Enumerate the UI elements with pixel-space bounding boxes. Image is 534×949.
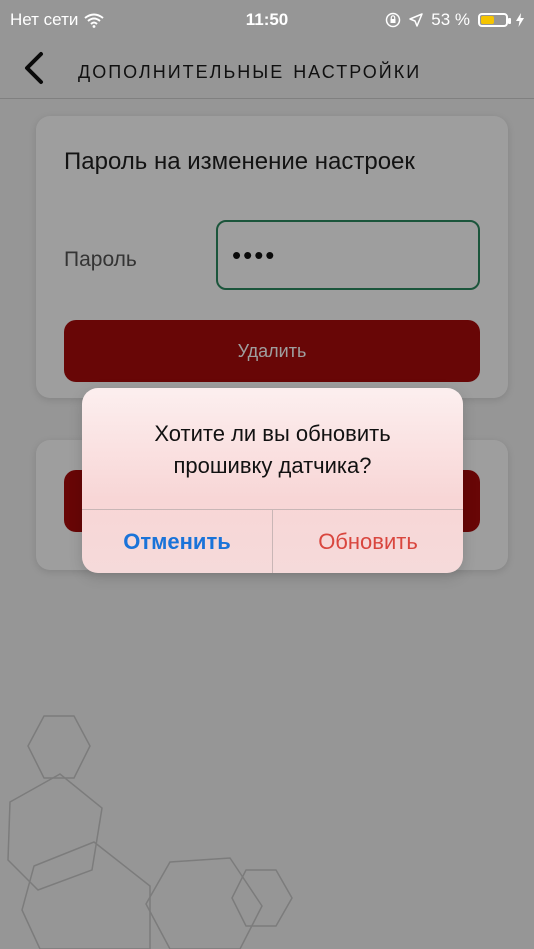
battery-icon xyxy=(478,13,511,27)
location-arrow-icon xyxy=(409,13,423,27)
screen: Дополнительные настройки Пароль на измен… xyxy=(0,0,534,949)
alert-message: Хотите ли вы обновить прошивку датчика? xyxy=(154,421,391,478)
update-firmware-alert: Хотите ли вы обновить прошивку датчика? … xyxy=(82,388,463,573)
orientation-lock-icon xyxy=(386,12,401,28)
cancel-button[interactable]: Отменить xyxy=(82,510,272,573)
battery-level xyxy=(481,16,494,24)
charging-bolt-icon xyxy=(516,13,524,27)
battery-percent: 53 % xyxy=(431,10,470,29)
status-bar: Нет сети 11:50 53 % xyxy=(0,0,534,40)
update-button[interactable]: Обновить xyxy=(273,510,463,573)
